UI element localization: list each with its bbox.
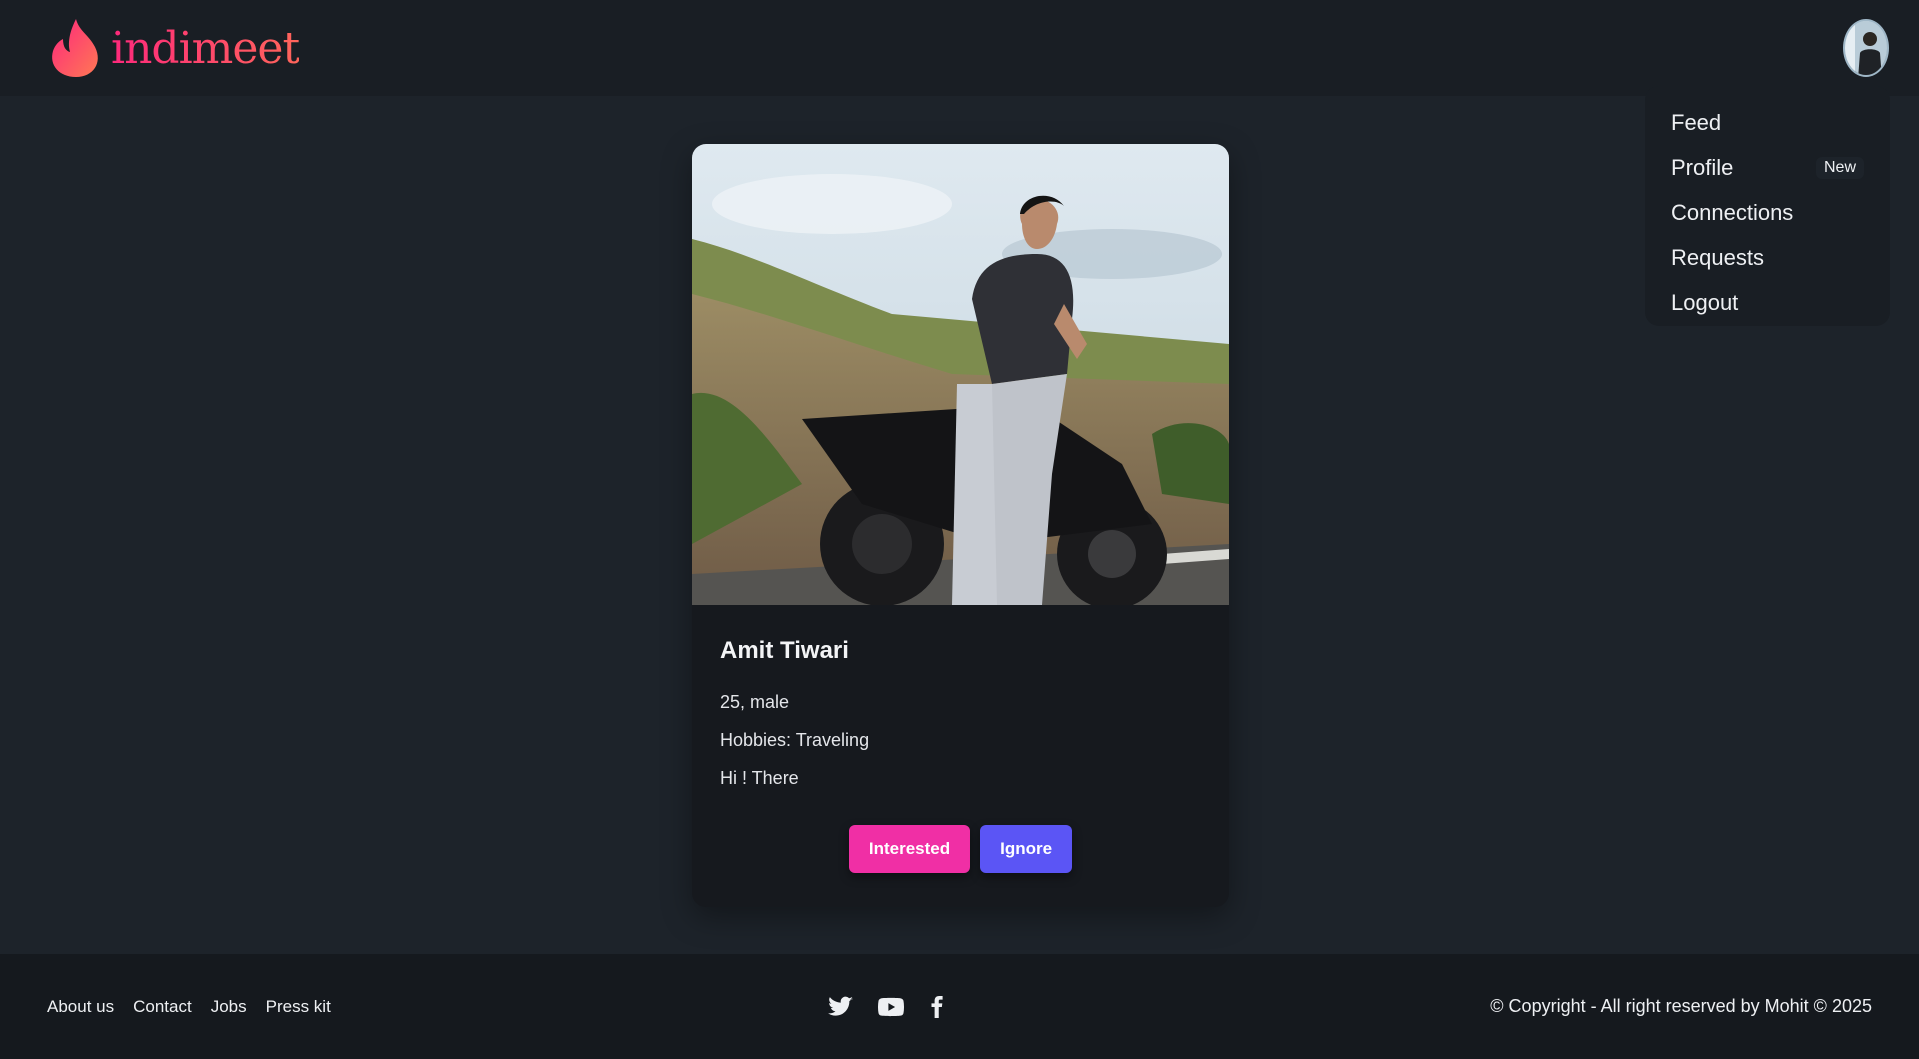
footer-link-about[interactable]: About us xyxy=(47,997,114,1017)
user-age-gender: 25, male xyxy=(720,692,790,712)
footer-link-press-kit[interactable]: Press kit xyxy=(266,997,331,1017)
menu-item-feed[interactable]: Feed xyxy=(1671,100,1864,145)
menu-item-label: Logout xyxy=(1671,289,1739,315)
menu-item-logout[interactable]: Logout xyxy=(1671,280,1864,325)
social-links xyxy=(826,992,948,1022)
menu-item-requests[interactable]: Requests xyxy=(1671,235,1864,280)
new-badge: New xyxy=(1815,156,1864,179)
navbar: indimeet xyxy=(0,0,1919,96)
facebook-icon[interactable] xyxy=(926,992,948,1022)
user-photo xyxy=(692,144,1229,605)
brand-logo-link[interactable]: indimeet xyxy=(49,17,300,79)
menu-item-connections[interactable]: Connections xyxy=(1671,190,1864,235)
menu-item-label: Feed xyxy=(1671,109,1722,135)
flame-icon xyxy=(52,19,98,77)
avatar[interactable] xyxy=(1843,19,1889,77)
user-about: Hi ! There xyxy=(720,768,799,788)
brand-name: indimeet xyxy=(111,22,300,74)
user-card-body: Amit Tiwari 25, male Hobbies: Traveling … xyxy=(692,605,1229,873)
user-card: Amit Tiwari 25, male Hobbies: Traveling … xyxy=(692,144,1229,907)
interested-button[interactable]: Interested xyxy=(848,825,971,873)
user-menu-dropdown: Feed Profile New Connections Requests Lo… xyxy=(1645,86,1890,326)
footer-link-contact[interactable]: Contact xyxy=(133,997,192,1017)
copyright-text: © Copyright - All right reserved by Mohi… xyxy=(1490,996,1872,1016)
card-actions: Interested Ignore xyxy=(720,825,1201,873)
user-name: Amit Tiwari xyxy=(720,637,849,664)
user-hobbies: Hobbies: Traveling xyxy=(720,730,870,750)
footer: About us Contact Jobs Press kit © Copyri… xyxy=(0,954,1919,1059)
menu-item-label: Connections xyxy=(1671,199,1794,225)
youtube-icon[interactable] xyxy=(876,994,906,1020)
footer-links: About us Contact Jobs Press kit xyxy=(47,997,331,1017)
avatar-photo xyxy=(1845,21,1887,75)
footer-link-jobs[interactable]: Jobs xyxy=(211,997,247,1017)
menu-item-profile[interactable]: Profile New xyxy=(1671,145,1864,190)
menu-item-label: Requests xyxy=(1671,244,1764,270)
menu-item-label: Profile xyxy=(1671,154,1734,180)
ignore-button[interactable]: Ignore xyxy=(980,825,1073,873)
twitter-icon[interactable] xyxy=(826,994,856,1020)
